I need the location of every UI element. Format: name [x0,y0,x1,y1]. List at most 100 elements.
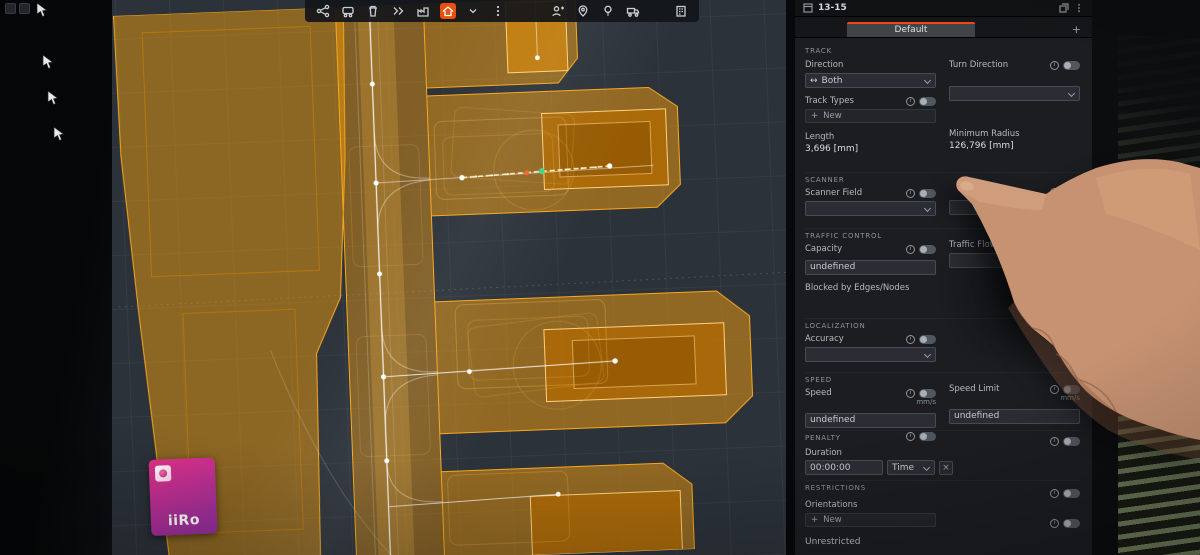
more-button[interactable] [490,3,506,19]
building-button[interactable] [673,3,689,19]
capacity-input[interactable] [805,259,936,275]
desktop-left-strip [0,0,112,555]
direction-value: Both [821,75,843,86]
panel-window-icon [803,3,813,13]
kiiro-logo: iiRo [148,457,218,537]
accuracy-row: Accuracy [805,334,936,344]
fast-forward-icon [393,7,404,15]
localization-left-col: Accuracy [805,330,936,362]
section-label: PENALTY [805,434,841,442]
kiiro-logo-text: iiRo [167,512,200,530]
speed-left-col: Speed mm/s [805,384,936,428]
info-icon[interactable] [906,188,915,198]
app-chip-icon[interactable] [5,3,16,14]
idea-button[interactable] [600,3,616,19]
capacity-label: Capacity [805,244,843,254]
duration-input[interactable] [805,460,883,475]
turn-direction-label: Turn Direction [949,60,1009,70]
orientations-new-button[interactable]: + New [805,513,936,527]
track-types-row: Track Types [805,96,936,106]
delete-button[interactable] [365,3,381,19]
toggle-knob [1064,61,1071,69]
info-icon[interactable] [906,244,915,254]
cursor-icon [36,2,48,17]
map-canvas[interactable]: iiRo [112,0,786,555]
info-icon[interactable] [906,96,915,106]
map-toolbar [305,0,699,22]
location-pin-icon [578,5,588,17]
trash-icon [369,5,377,17]
turn-direction-select[interactable] [949,86,1080,101]
kebab-icon [496,5,500,17]
chevron-down-icon [1069,91,1075,97]
cursor-icon [42,54,54,69]
toggle-knob [920,97,927,105]
scanner-field-select[interactable] [805,201,936,216]
station-icon [417,7,429,17]
panel-title: 13-15 [818,3,847,13]
penalty-header-row: PENALTY [805,431,936,442]
scanner-field-label: Scanner Field [805,188,863,198]
station-button[interactable] [415,3,431,19]
capacity-row: Capacity [805,244,936,254]
info-icon[interactable] [906,432,915,441]
add-person-button[interactable] [550,3,566,19]
speed-input[interactable] [805,412,936,428]
turn-direction-toggle[interactable] [1063,60,1080,70]
new-label: New [823,515,842,525]
direction-arrows-icon: ↔ [810,75,818,86]
speed-unit: mm/s [916,398,936,406]
orientations-label: Orientations [805,500,858,510]
app-chip-icon[interactable] [19,3,30,14]
add-person-icon [552,6,564,17]
section-label: TRACK [805,47,832,55]
copy-icon[interactable] [1059,3,1069,13]
panel-tabbar: Default + [795,17,1092,38]
fast-forward-button[interactable] [390,3,406,19]
duration-unit-value: Time [892,462,915,473]
home-button[interactable] [440,3,456,19]
kiiro-logo-mark [154,465,171,482]
info-icon[interactable] [1050,60,1059,70]
length-value: 3,696 [mm] [805,144,859,154]
track-left-col: Direction ↔ Both Track Types i + New Len… [805,55,936,154]
traffic-left-col: Capacity Blocked by Edges/Nodes [805,240,936,293]
share-button[interactable] [315,3,331,19]
pointing-hand [956,159,1200,460]
map-scene: iiRo [112,0,786,555]
info-icon[interactable] [906,388,915,398]
lightbulb-icon [604,5,612,16]
speed-label: Speed [805,388,832,398]
track-types-toggle[interactable] [919,96,936,106]
new-label: New [823,111,842,121]
vehicle-icon [342,6,354,18]
cursor-icon [53,126,65,141]
expand-button[interactable] [465,3,481,19]
photo-stage: iiRo 13-15 Default + TRACK Direction ↔ B… [0,0,1200,555]
tab-default[interactable]: Default [847,22,975,37]
panel-kebab-icon[interactable] [1074,3,1084,13]
plus-icon: + [811,111,819,121]
direction-select[interactable]: ↔ Both [805,73,936,88]
direction-label: Direction [805,60,844,70]
share-icon [316,4,330,18]
length-label: Length [805,132,835,142]
truck-icon [626,7,640,17]
cursor-icon [47,90,59,105]
turn-direction-row: Turn Direction [949,60,1080,70]
track-types-label: Track Types [805,96,854,106]
location-button[interactable] [575,3,591,19]
track-types-new-button[interactable]: + New [805,109,936,123]
vehicle-button[interactable] [340,3,356,19]
chevron-down-icon [469,9,477,14]
scanner-left-col: Scanner Field [805,184,936,216]
accuracy-select[interactable] [805,347,936,362]
truck-button[interactable] [625,3,641,19]
info-icon[interactable] [906,334,915,344]
building-icon [676,5,686,17]
home-icon [442,6,454,17]
add-tab-button[interactable]: + [1069,22,1084,37]
panel-header: 13-15 [795,0,1092,17]
chevron-down-icon [925,78,931,84]
accuracy-label: Accuracy [805,334,844,344]
